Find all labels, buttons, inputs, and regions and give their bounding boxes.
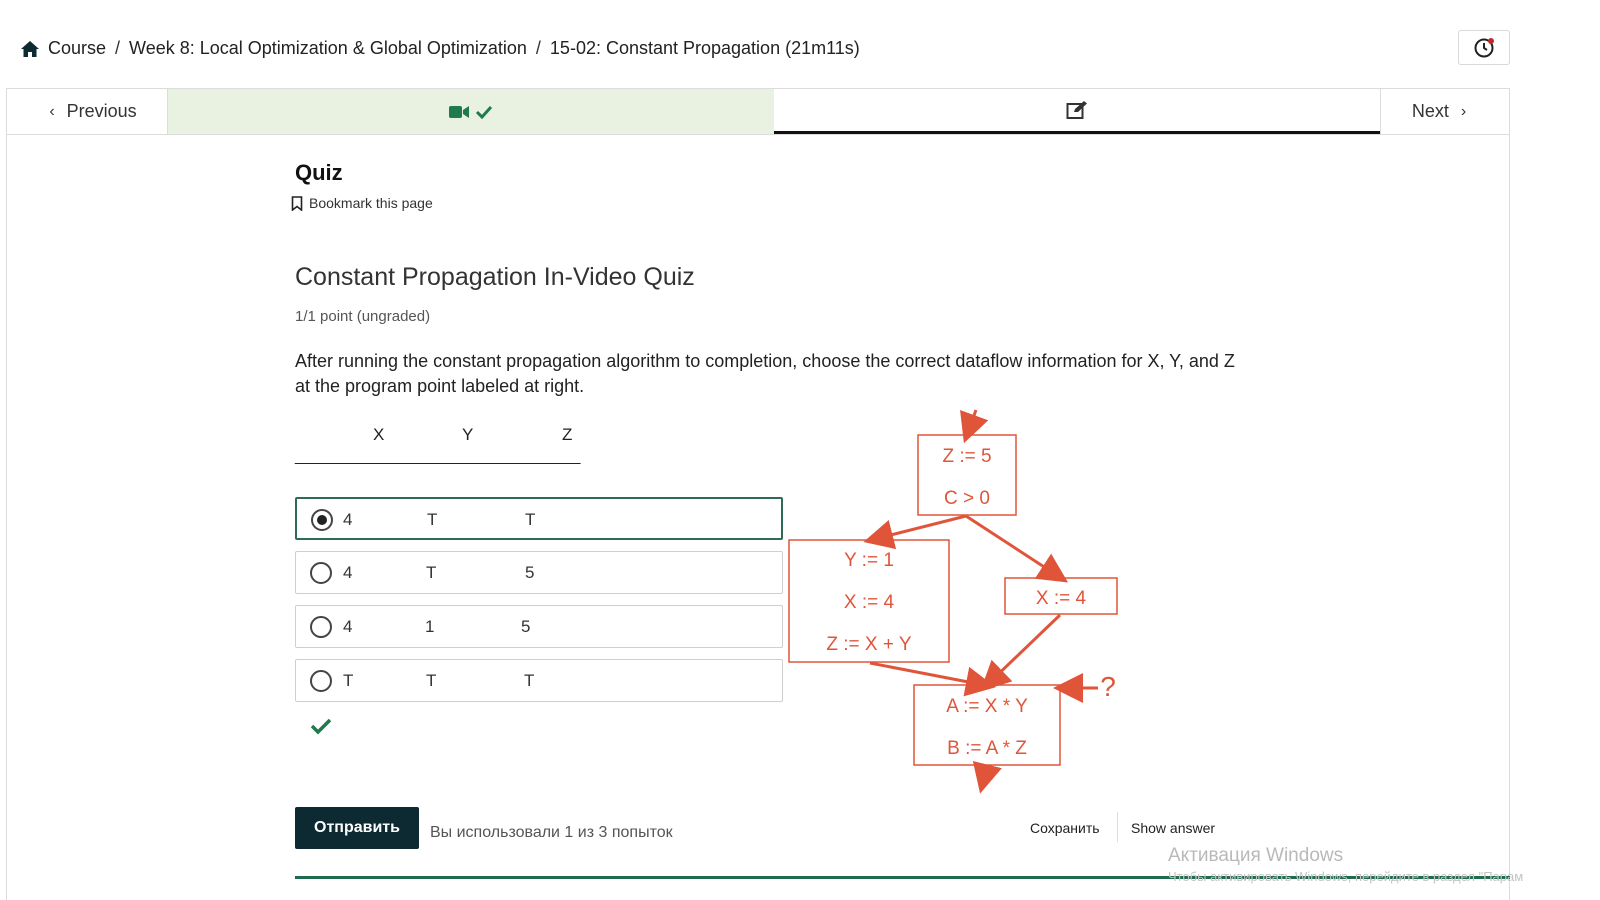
bookmark-label: Bookmark this page — [309, 195, 433, 211]
entry-arrow — [960, 409, 989, 444]
previous-label: Previous — [66, 101, 137, 121]
next-button[interactable]: Next › — [1380, 89, 1509, 134]
program-point-question-mark: ? — [1100, 671, 1116, 702]
choice-x: 4 — [343, 563, 353, 582]
chevron-right-icon: › — [1460, 102, 1467, 120]
choice-y: 1 — [425, 617, 435, 636]
windows-activation-title: Активация Windows — [1168, 845, 1344, 866]
breadcrumb-current: 15-02: Constant Propagation (21m11s) — [549, 38, 860, 58]
choice-option-4[interactable]: T T T — [295, 659, 783, 702]
column-header-y: Y — [462, 425, 474, 444]
choice-z: T — [525, 510, 536, 529]
exit-arrow — [972, 760, 1002, 794]
top-block-line-1: Z := 5 — [942, 446, 991, 467]
home-icon[interactable] — [20, 40, 40, 58]
choice-z: 5 — [521, 617, 531, 636]
radio-button[interactable] — [310, 562, 332, 584]
choice-y: T — [427, 510, 438, 529]
column-header-z: Z — [562, 425, 573, 444]
bookmark-icon — [291, 195, 303, 211]
attempts-text: Вы использовали 1 из 3 попыток — [430, 824, 673, 841]
bottom-block-line-2: B := A * Z — [947, 738, 1027, 759]
column-underline: ____________________________________ — [295, 448, 580, 465]
arrow-to-right — [965, 514, 1069, 583]
history-button[interactable] — [1458, 30, 1510, 65]
choice-x: T — [343, 671, 354, 690]
left-block-line-2: X := 4 — [844, 592, 895, 613]
question-text: After running the constant propagation a… — [295, 351, 1235, 396]
action-divider — [1117, 812, 1118, 842]
choice-option-2[interactable]: 4 T 5 — [295, 551, 783, 594]
breadcrumb-course[interactable]: Course — [48, 38, 106, 59]
submit-button[interactable]: Отправить — [295, 807, 419, 849]
problem-points: 1/1 point (ungraded) — [295, 308, 431, 325]
chevron-left-icon: ‹ — [49, 102, 55, 120]
show-answer-button[interactable]: Show answer — [1131, 820, 1215, 836]
radio-button[interactable] — [310, 670, 332, 692]
breadcrumb: Course / Week 8: Local Optimization & Gl… — [20, 38, 860, 59]
tab-problem-active[interactable] — [774, 89, 1380, 134]
choice-option-3[interactable]: 4 1 5 — [295, 605, 783, 648]
windows-activation-subtitle: Чтобы активировать Windows, перейдите в … — [1168, 869, 1524, 884]
choice-x: 4 — [343, 617, 353, 636]
video-camera-icon — [449, 105, 469, 118]
clock-icon — [1474, 37, 1494, 57]
tab-video-completed[interactable] — [168, 89, 774, 134]
column-header-x: X — [373, 425, 385, 444]
choice-z: T — [524, 671, 535, 690]
choice-option-1[interactable]: 4 T T — [295, 497, 783, 540]
next-label: Next — [1411, 101, 1449, 121]
arrow-to-left — [863, 514, 967, 550]
check-icon — [475, 105, 493, 119]
bookmark-button[interactable]: Bookmark this page — [291, 195, 433, 211]
choice-y: T — [426, 563, 437, 582]
choice-z: 5 — [525, 563, 535, 582]
problem-title: Constant Propagation In-Video Quiz — [295, 263, 695, 291]
right-block-line-1: X := 4 — [1036, 588, 1087, 609]
edit-icon — [1066, 101, 1087, 119]
breadcrumb-separator: / — [115, 38, 121, 58]
arrow-right-to-bottom — [980, 613, 1062, 692]
page-title: Quiz — [295, 160, 343, 185]
save-button[interactable]: Сохранить — [1030, 820, 1100, 836]
bottom-block-line-1: A := X * Y — [946, 696, 1028, 717]
breadcrumb-separator: / — [535, 38, 541, 58]
radio-button-selected[interactable] — [311, 509, 333, 531]
correct-check-icon — [310, 718, 332, 735]
previous-button[interactable]: ‹ Previous — [7, 89, 168, 134]
left-block-line-3: Z := X + Y — [826, 634, 912, 655]
unit-navigation: ‹ Previous Next › — [6, 88, 1510, 135]
breadcrumb-week[interactable]: Week 8: Local Optimization & Global Opti… — [129, 38, 527, 59]
choice-x: 4 — [343, 510, 353, 529]
radio-button[interactable] — [310, 616, 332, 638]
control-flow-diagram: Z := 5 C > 0 Y := 1 X := 4 Z := X + Y X … — [788, 409, 1118, 794]
top-block-line-2: C > 0 — [944, 488, 990, 509]
arrow-left-to-bottom — [869, 661, 996, 697]
left-block-line-1: Y := 1 — [844, 550, 894, 571]
choice-y: T — [426, 671, 437, 690]
